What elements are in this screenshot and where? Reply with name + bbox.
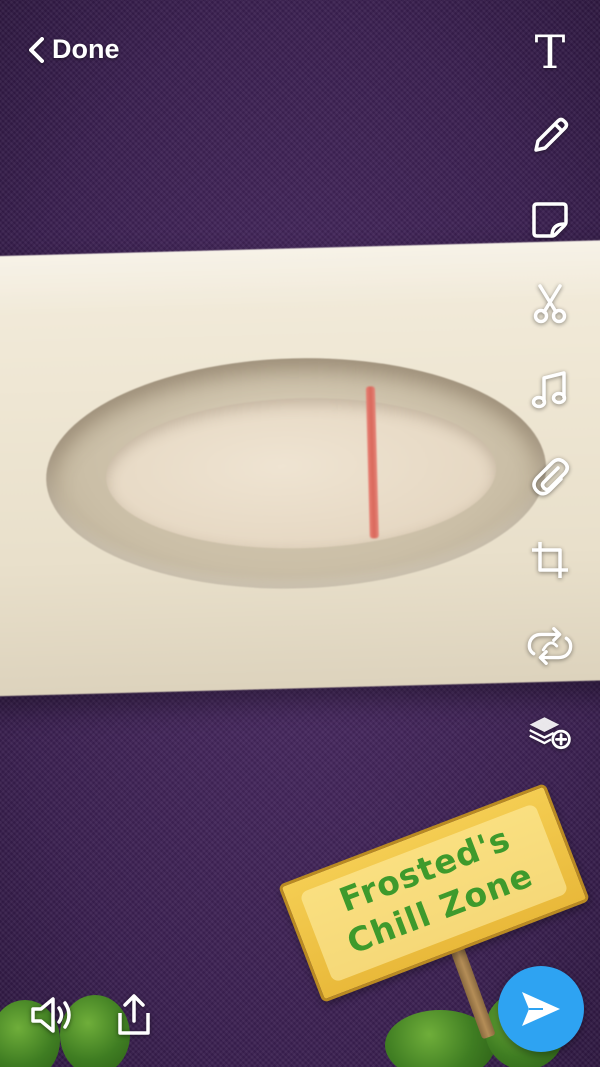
attachment-tool-button[interactable] [526,452,574,500]
sticker-tool-button[interactable] [526,196,574,244]
done-button[interactable]: Done [26,34,120,65]
loop-tool-button[interactable] [526,622,574,670]
music-tool-button[interactable] [526,366,574,414]
test-result-area [104,386,499,554]
loop-icon [527,627,573,665]
paperclip-icon [532,458,569,496]
crop-tool-button[interactable] [526,536,574,584]
speaker-icon [31,997,71,1033]
sticker-icon [532,202,568,238]
scissors-tool-button[interactable] [526,280,574,328]
snap-editor-screen: Done T Frosted's Chill Zone [0,0,600,1067]
text-icon: T [534,25,566,79]
test-result-window [43,351,550,595]
crop-icon [532,542,568,578]
music-note-icon [531,371,567,409]
send-arrow-icon [522,992,560,1026]
test-result-line [365,386,379,539]
text-tool-button[interactable]: T [526,28,574,76]
send-button[interactable] [498,966,584,1052]
share-icon [118,994,150,1035]
layers-add-tool-button[interactable] [526,708,574,756]
sound-toggle-button[interactable] [28,991,76,1039]
pencil-tool-button[interactable] [526,112,574,160]
chevron-left-icon [29,36,44,63]
share-button[interactable] [110,991,158,1039]
pencil-icon [534,117,569,152]
pregnancy-test [0,238,600,698]
scissors-icon [533,284,567,324]
done-label: Done [52,34,120,64]
sign-text: Frosted's Chill Zone [287,800,579,979]
layers-add-icon [529,717,571,750]
